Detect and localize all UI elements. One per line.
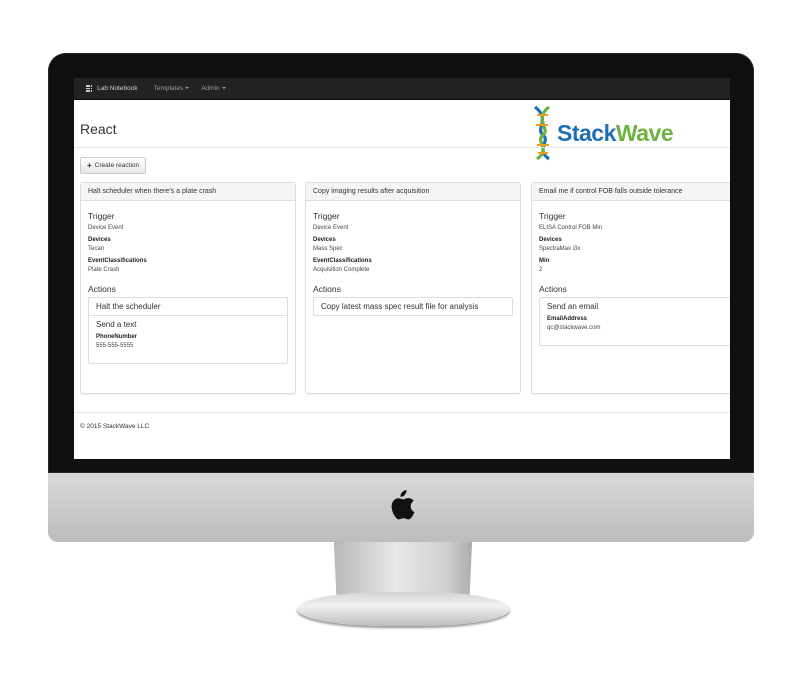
actions-list: Send an email EmailAddress qc@stackwave.…: [539, 297, 730, 346]
nav-templates-label: Templates: [153, 85, 184, 92]
nav-templates-dropdown[interactable]: Templates: [154, 85, 190, 92]
logo-text-wave: Wave: [615, 119, 674, 146]
actions-heading: Actions: [313, 284, 341, 294]
field-key: Min: [539, 258, 550, 264]
action-title: Halt the scheduler: [96, 302, 161, 311]
action-item[interactable]: Copy latest mass spec result file for an…: [314, 298, 512, 315]
action-item[interactable]: Halt the scheduler: [89, 298, 287, 316]
monitor-stand-base: [297, 592, 510, 626]
field-key: EventClassifications: [313, 258, 372, 264]
action-field-key: EmailAddress: [547, 316, 588, 322]
field-value: Mass Spec: [313, 246, 343, 252]
reaction-title[interactable]: Email me if control FOB falls outside to…: [532, 183, 730, 201]
field-key: Devices: [539, 237, 562, 243]
apps-grid-icon: [86, 85, 93, 92]
reaction-panel: Halt scheduler when there's a plate cras…: [80, 182, 296, 394]
page-title: React: [80, 121, 117, 137]
caret-down-icon: [185, 87, 190, 90]
field-value: Tecan: [88, 246, 105, 252]
nav-admin-dropdown[interactable]: Admin: [201, 85, 226, 92]
field-value: SpectraMax i3x: [539, 246, 581, 252]
action-item[interactable]: Send an email EmailAddress qc@stackwave.…: [540, 298, 730, 345]
field-key: Devices: [313, 237, 336, 243]
trigger-heading: Trigger: [539, 211, 566, 221]
action-title: Send a text: [96, 320, 137, 329]
actions-list: Copy latest mass spec result file for an…: [313, 297, 513, 316]
reaction-panel: Email me if control FOB falls outside to…: [531, 182, 730, 394]
caret-down-icon: [221, 87, 226, 90]
navbar: Lab Notebook Templates Admin: [74, 78, 730, 100]
field-value: 2: [539, 267, 543, 273]
trigger-heading: Trigger: [313, 211, 340, 221]
action-field-key: PhoneNumber: [96, 334, 138, 340]
screen: Lab Notebook Templates Admin React Stack…: [74, 78, 730, 459]
actions-heading: Actions: [88, 284, 116, 294]
action-item[interactable]: Send a text PhoneNumber 555-555-5555: [89, 316, 287, 363]
logo-text-stack: Stack: [557, 119, 616, 146]
actions-list: Halt the scheduler Send a text PhoneNumb…: [88, 297, 288, 364]
plus-icon: +: [87, 160, 92, 170]
action-field-value: 555-555-5555: [96, 343, 134, 349]
action-title: Copy latest mass spec result file for an…: [321, 302, 479, 311]
footer-divider: [74, 412, 730, 413]
stackwave-logo: StackWave: [531, 105, 674, 161]
nav-admin-label: Admin: [201, 85, 220, 92]
navbar-brand[interactable]: Lab Notebook: [86, 85, 138, 92]
create-reaction-button[interactable]: + Create reaction: [80, 157, 147, 174]
monitor-chin: [48, 473, 754, 542]
actions-heading: Actions: [539, 284, 567, 294]
trigger-value: Device Event: [88, 225, 124, 231]
apple-logo-icon: [391, 490, 415, 520]
reaction-title[interactable]: Halt scheduler when there's a plate cras…: [81, 183, 295, 201]
dna-helix-icon: [533, 105, 551, 161]
create-reaction-label: Create reaction: [94, 162, 140, 169]
field-value: Plate Crash: [88, 267, 120, 273]
action-title: Send an email: [547, 302, 599, 311]
field-value: Acquisition Complete: [313, 267, 370, 273]
field-key: EventClassifications: [88, 258, 147, 264]
field-key: Devices: [88, 237, 111, 243]
header-divider: [74, 147, 730, 148]
reaction-title[interactable]: Copy imaging results after acquisition: [306, 183, 520, 201]
navbar-brand-label: Lab Notebook: [97, 85, 138, 92]
trigger-heading: Trigger: [88, 211, 115, 221]
footer-copyright: © 2015 StackWave LLC: [80, 423, 150, 430]
reaction-panel: Copy imaging results after acquisition T…: [305, 182, 521, 394]
trigger-value: ELISA Control FOB Min: [539, 225, 603, 231]
trigger-value: Device Event: [313, 225, 349, 231]
action-field-value: qc@stackwave.com: [547, 325, 601, 331]
